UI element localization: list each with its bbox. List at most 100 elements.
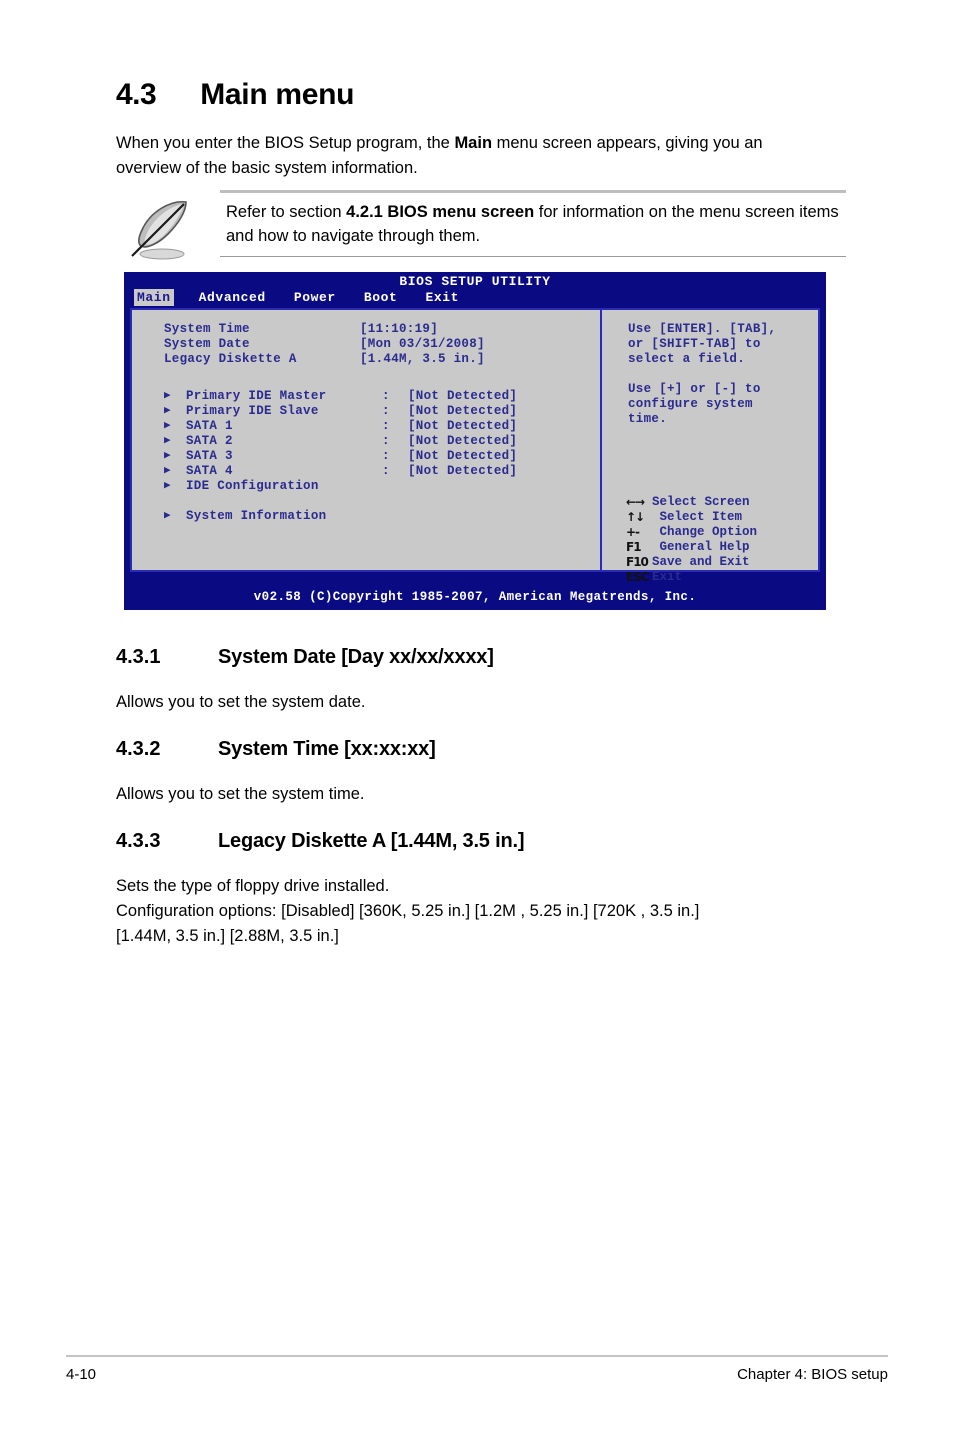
intro-text-bold: Main xyxy=(454,134,493,152)
note-text-bold: 4.2.1 BIOS menu screen xyxy=(346,203,535,221)
sata-4-colon: : xyxy=(382,464,390,478)
subsection-title-432: System Time [xx:xx:xx] xyxy=(218,738,436,760)
bios-help-panel: Use [ENTER]. [TAB], or [SHIFT-TAB] to se… xyxy=(602,310,818,584)
note-text-before: Refer to section xyxy=(226,203,347,221)
key-select-screen-label: Select Screen xyxy=(652,495,750,509)
help-para1-line3: select a field. xyxy=(628,352,746,366)
bios-item-primary-ide-master[interactable]: ▶ Primary IDE Master: [Not Detected] xyxy=(132,389,600,404)
primary-ide-master-label: Primary IDE Master xyxy=(186,389,327,403)
subsection-title-431: System Date [Day xx/xx/xxxx] xyxy=(218,646,494,668)
primary-ide-slave-colon: : xyxy=(382,404,390,418)
tab-power[interactable]: Power xyxy=(291,289,339,306)
chapter-label: Chapter 4: BIOS setup xyxy=(737,1366,888,1383)
bios-menu-tabs: Main Advanced Power Boot Exit xyxy=(134,289,484,306)
bios-copyright-footer: v02.58 (C)Copyright 1985-2007, American … xyxy=(253,590,697,604)
bios-item-primary-ide-slave[interactable]: ▶ Primary IDE Slave: [Not Detected] xyxy=(132,404,600,419)
page-title: 4.3 Main menu xyxy=(116,78,846,112)
key-select-screen: ←→ Select Screen xyxy=(602,495,818,510)
f10-key-icon: F10 xyxy=(626,555,649,569)
tab-boot[interactable]: Boot xyxy=(361,289,401,306)
key-esc-exit-label: Exit xyxy=(652,570,683,584)
bios-main-panel: System Time [11:10:19] System Date [Mon 03… xyxy=(132,310,602,570)
bios-item-sata-4[interactable]: ▶ SATA 4: [Not Detected] xyxy=(132,464,600,479)
primary-ide-slave-label: Primary IDE Slave xyxy=(186,404,319,418)
triangle-right-icon: ▶ xyxy=(164,465,171,477)
f1-key-icon: F1 xyxy=(626,540,642,554)
triangle-right-icon: ▶ xyxy=(164,390,171,402)
intro-text-before: When you enter the BIOS Setup program, t… xyxy=(116,134,455,152)
subsection-body-433-line3: [1.44M, 3.5 in.] [2.88M, 3.5 in.] xyxy=(116,927,339,945)
primary-ide-slave-value: [Not Detected] xyxy=(408,404,518,418)
system-date-value[interactable]: [Mon 03/31/2008] xyxy=(360,337,485,352)
tab-exit[interactable]: Exit xyxy=(422,289,462,306)
subsection-body-433-line1: Sets the type of floppy drive installed. xyxy=(116,877,390,895)
sata-4-label: SATA 4 xyxy=(186,464,233,478)
page-number: 4-10 xyxy=(66,1366,97,1383)
key-save-and-exit: F10 Save and Exit xyxy=(602,555,818,570)
key-general-help-label: General Help xyxy=(652,540,750,554)
section-number: 4.3 xyxy=(116,78,157,111)
legacy-diskette-value[interactable]: [1.44M, 3.5 in.] xyxy=(360,352,485,367)
key-esc-exit: ESC Exit xyxy=(602,570,818,585)
triangle-right-icon: ▶ xyxy=(164,510,171,522)
bios-field-legacy-diskette-a[interactable]: Legacy Diskette A [1.44M, 3.5 in.] xyxy=(132,352,600,367)
key-save-and-exit-label: Save and Exit xyxy=(652,555,750,569)
esc-key-icon: ESC xyxy=(626,570,650,584)
bios-item-sata-3[interactable]: ▶ SATA 3: [Not Detected] xyxy=(132,449,600,464)
key-select-item-label: Select Item xyxy=(652,510,743,524)
key-change-option: +- Change Option xyxy=(602,525,818,540)
document-page: 4.3 Main menu When you enter the BIOS Se… xyxy=(0,0,954,1438)
key-change-option-label: Change Option xyxy=(652,525,758,539)
triangle-right-icon: ▶ xyxy=(164,405,171,417)
sata-4-value: [Not Detected] xyxy=(408,464,518,478)
legacy-diskette-label: Legacy Diskette A xyxy=(164,352,297,366)
subsection-body-432: Allows you to set the system time. xyxy=(116,785,365,803)
triangle-right-icon: ▶ xyxy=(164,420,171,432)
primary-ide-master-colon: : xyxy=(382,389,390,403)
subsection-body-431: Allows you to set the system date. xyxy=(116,693,366,711)
bios-field-system-date[interactable]: System Date [Mon 03/31/2008] xyxy=(132,337,600,352)
triangle-right-icon: ▶ xyxy=(164,450,171,462)
subsection-heading-433: 4.3.3 Legacy Diskette A [1.44M, 3.5 in.] xyxy=(116,830,856,853)
key-select-item: ↑↓ Select Item xyxy=(602,510,818,525)
sata-1-label: SATA 1 xyxy=(186,419,233,433)
note-box: Refer to section 4.2.1 BIOS menu screen … xyxy=(116,190,846,262)
sata-1-colon: : xyxy=(382,419,390,433)
subsection-title-433: Legacy Diskette A [1.44M, 3.5 in.] xyxy=(218,830,525,852)
bios-item-ide-configuration[interactable]: ▶ IDE Configuration xyxy=(132,479,600,494)
subsection-body-433-line2: Configuration options: [Disabled] [360K,… xyxy=(116,902,700,920)
help-para1-line1: Use [ENTER]. [TAB], xyxy=(628,322,777,336)
system-date-label: System Date xyxy=(164,337,250,351)
help-para2-line3: time. xyxy=(628,412,668,426)
bios-setup-screenshot: BIOS SETUP UTILITY Main Advanced Power B… xyxy=(124,272,826,610)
system-time-value[interactable]: [11:10:19] xyxy=(360,322,438,337)
tab-main[interactable]: Main xyxy=(134,289,174,306)
feather-pen-icon xyxy=(124,196,204,262)
help-para2-line2: configure system xyxy=(628,397,753,411)
plus-minus-icon: +- xyxy=(626,525,640,539)
ide-configuration-label: IDE Configuration xyxy=(186,479,319,493)
bios-utility-title: BIOS SETUP UTILITY xyxy=(399,274,551,289)
sata-3-label: SATA 3 xyxy=(186,449,233,463)
primary-ide-master-value: [Not Detected] xyxy=(408,389,518,403)
bios-item-sata-2[interactable]: ▶ SATA 2: [Not Detected] xyxy=(132,434,600,449)
footer-divider xyxy=(66,1355,888,1357)
sata-2-colon: : xyxy=(382,434,390,448)
tab-advanced[interactable]: Advanced xyxy=(196,289,269,306)
sata-3-value: [Not Detected] xyxy=(408,449,518,463)
sata-2-label: SATA 2 xyxy=(186,434,233,448)
bios-field-system-time[interactable]: System Time [11:10:19] xyxy=(132,322,600,337)
subsection-number-432: 4.3.2 xyxy=(116,738,161,760)
section-title: Main menu xyxy=(200,78,355,111)
bios-item-sata-1[interactable]: ▶ SATA 1: [Not Detected] xyxy=(132,419,600,434)
note-content: Refer to section 4.2.1 BIOS menu screen … xyxy=(220,190,846,257)
help-para2-line1: Use [+] or [-] to xyxy=(628,382,761,396)
bios-content-area: System Time [11:10:19] System Date [Mon 03… xyxy=(130,308,820,584)
bios-item-system-information[interactable]: ▶ System Information xyxy=(132,509,600,524)
note-rule-bottom xyxy=(220,256,846,257)
triangle-right-icon: ▶ xyxy=(164,480,171,492)
system-information-label: System Information xyxy=(186,509,327,523)
note-text: Refer to section 4.2.1 BIOS menu screen … xyxy=(220,193,846,250)
intro-paragraph: When you enter the BIOS Setup program, t… xyxy=(116,131,828,181)
sata-2-value: [Not Detected] xyxy=(408,434,518,448)
